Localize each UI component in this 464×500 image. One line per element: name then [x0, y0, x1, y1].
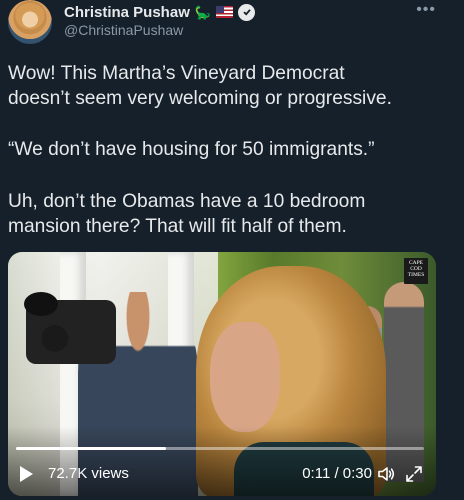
video-time: 0:11 / 0:30 — [302, 465, 372, 482]
video-progress-fill — [16, 447, 166, 450]
more-options-icon[interactable]: ••• — [416, 2, 436, 18]
tweet-text-line: doesn’t seem very welcoming or progressi… — [8, 88, 392, 109]
tweet-text-line: Wow! This Martha’s Vineyard Democrat — [8, 63, 345, 84]
us-flag-icon — [216, 6, 234, 18]
tweet[interactable]: Christina Pushaw 🦕 @ChristinaPushaw ••• … — [0, 0, 464, 500]
cape-cod-times-logo: CAPE COD TIMES — [404, 258, 428, 284]
verified-icon — [238, 3, 256, 21]
play-icon[interactable] — [20, 466, 33, 482]
tweet-text-paragraph-3: Uh, don’t the Obamas have a 10 bedroom m… — [8, 189, 448, 239]
dinosaur-icon: 🦕 — [194, 4, 212, 20]
video-frame-woman-face — [210, 322, 280, 432]
video-frame-microphone — [24, 292, 58, 316]
tweet-text-paragraph-1: Wow! This Martha’s Vineyard Democrat doe… — [8, 61, 448, 111]
volume-icon[interactable] — [376, 464, 396, 484]
fullscreen-icon[interactable] — [404, 464, 424, 484]
video-progress-bar[interactable] — [16, 447, 424, 450]
video-player[interactable]: CAPE COD TIMES 72.7K views 0:11 / 0:30 — [8, 252, 436, 496]
avatar[interactable] — [8, 0, 52, 44]
view-count: 72.7K views — [48, 465, 129, 482]
tweet-text-line: “We don’t have housing for 50 immigrants… — [8, 139, 375, 160]
author-display-name[interactable]: Christina Pushaw — [64, 4, 190, 21]
tweet-text-line: Uh, don’t the Obamas have a 10 bedroom — [8, 191, 366, 212]
tweet-text-paragraph-2: “We don’t have housing for 50 immigrants… — [8, 137, 448, 162]
video-controls-scrim — [8, 426, 436, 496]
author-name-row: Christina Pushaw 🦕 — [64, 3, 256, 21]
tweet-text-line: mansion there? That will fit half of the… — [8, 216, 347, 237]
author-handle[interactable]: @ChristinaPushaw — [64, 22, 183, 38]
